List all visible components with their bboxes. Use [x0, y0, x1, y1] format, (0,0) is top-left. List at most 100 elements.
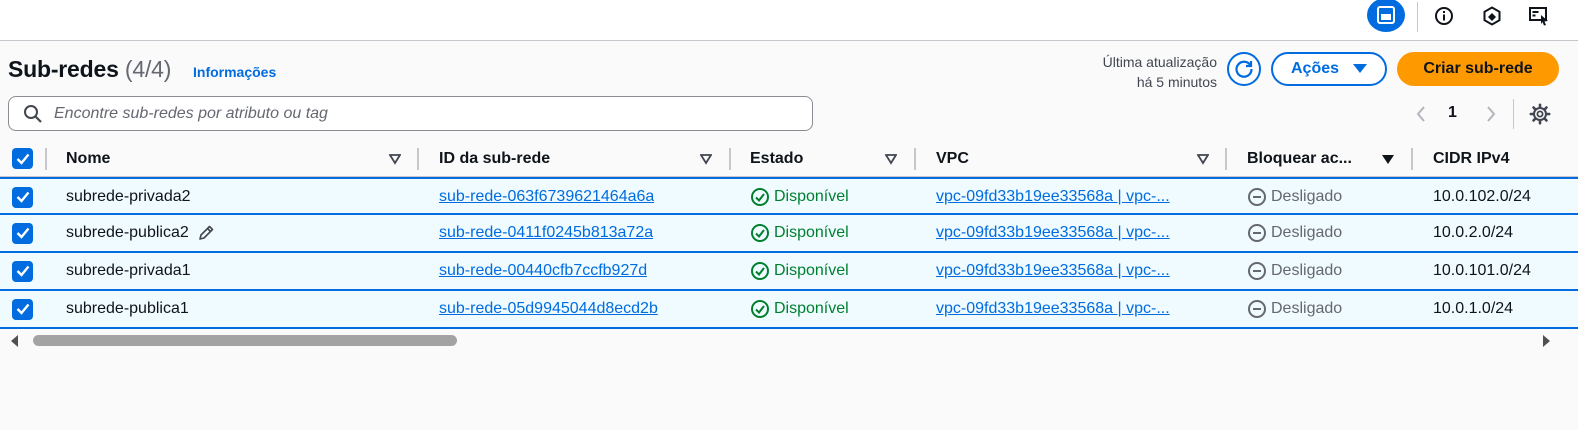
- vpc-link[interactable]: vpc-09fd33b19ee33568a | vpc-...: [936, 262, 1170, 280]
- sort-icon[interactable]: [388, 152, 402, 166]
- table-row[interactable]: subrede-privada1 sub-rede-00440cfb7ccfb92…: [0, 253, 1578, 291]
- column-header-subnet-id[interactable]: ID da sub-rede: [439, 140, 550, 177]
- column-divider[interactable]: [729, 148, 731, 170]
- table-body: subrede-privada2 sub-rede-063f6739621464a…: [0, 177, 1578, 329]
- page-title-text: Sub-redes: [8, 56, 119, 82]
- checkbox-checked-icon: [12, 222, 33, 244]
- column-divider[interactable]: [914, 148, 916, 170]
- status-off-icon: [1247, 223, 1267, 243]
- column-header-vpc[interactable]: VPC: [936, 140, 969, 177]
- column-divider[interactable]: [417, 148, 419, 170]
- screen-icon[interactable]: [1521, 0, 1557, 32]
- row-checkbox[interactable]: [12, 291, 33, 327]
- horizontal-scrollbar[interactable]: [0, 332, 1562, 349]
- actions-label: Ações: [1290, 60, 1340, 77]
- search-field[interactable]: [8, 96, 813, 131]
- row-checkbox[interactable]: [12, 179, 33, 215]
- subnet-count: (4/4): [124, 56, 172, 82]
- subnet-id-link[interactable]: sub-rede-063f6739621464a6a: [439, 188, 654, 206]
- subnet-name: subrede-privada1: [66, 262, 191, 279]
- last-update-time: há 5 minutos: [1136, 74, 1217, 90]
- pagination-divider: [1513, 99, 1514, 129]
- next-page-button[interactable]: [1480, 103, 1502, 125]
- scroll-right-arrow-icon[interactable]: [1541, 335, 1551, 347]
- info-link[interactable]: Informações: [193, 64, 276, 80]
- column-divider[interactable]: [1225, 148, 1227, 170]
- topbar-divider: [1417, 2, 1418, 32]
- column-divider[interactable]: [1411, 148, 1413, 170]
- block-access-cell: Desligado: [1247, 215, 1342, 251]
- split-panel-icon[interactable]: [1367, 0, 1405, 32]
- block-access-text: Desligado: [1271, 262, 1343, 279]
- gear-icon: [1529, 103, 1551, 125]
- cidr-ipv4-value: 10.0.101.0/24: [1433, 262, 1531, 279]
- scrollbar-thumb[interactable]: [33, 335, 457, 346]
- column-header-name[interactable]: Nome: [66, 140, 110, 177]
- subnets-table: Nome ID da sub-rede Estado VPC Bloquear …: [0, 140, 1578, 329]
- sort-icon[interactable]: [1196, 152, 1210, 166]
- column-divider: [45, 148, 47, 170]
- sort-icon[interactable]: [699, 152, 713, 166]
- subnet-id-link[interactable]: sub-rede-05d9945044d8ecd2b: [439, 300, 658, 318]
- status-off-icon: [1247, 261, 1267, 281]
- state-text: Disponível: [774, 262, 849, 279]
- subnet-name: subrede-publica1: [66, 300, 189, 317]
- subnet-name-cell: subrede-publica2: [66, 215, 215, 251]
- preferences-button[interactable]: [1527, 101, 1553, 127]
- info-icon[interactable]: [1426, 0, 1462, 32]
- vpc-link[interactable]: vpc-09fd33b19ee33568a | vpc-...: [936, 188, 1170, 206]
- column-header-cidr-ipv4[interactable]: CIDR IPv4: [1433, 140, 1509, 177]
- actions-dropdown-button[interactable]: Ações: [1271, 52, 1387, 86]
- table-row[interactable]: subrede-privada2 sub-rede-063f6739621464a…: [0, 177, 1578, 215]
- last-update-label: Última atualização: [1102, 54, 1217, 70]
- sort-icon[interactable]: [884, 152, 898, 166]
- checkbox-checked-icon: [12, 260, 33, 282]
- state-text: Disponível: [774, 224, 849, 241]
- chevron-right-icon: [1487, 106, 1496, 122]
- checkbox-checked-icon: [12, 186, 33, 208]
- subnet-name-cell: subrede-privada2: [66, 179, 191, 215]
- search-input[interactable]: [54, 104, 774, 123]
- subnet-id-link[interactable]: sub-rede-00440cfb7ccfb927d: [439, 262, 647, 280]
- select-all-checkbox[interactable]: [12, 140, 33, 177]
- table-row[interactable]: subrede-publica2 sub-rede-0411f0245b813a7…: [0, 215, 1578, 253]
- edit-pencil-icon[interactable]: [197, 224, 215, 242]
- status-available-icon: [750, 187, 770, 207]
- chevron-left-icon: [1416, 106, 1425, 122]
- refresh-button[interactable]: [1227, 52, 1261, 86]
- row-checkbox[interactable]: [12, 253, 33, 289]
- state-cell: Disponível: [750, 215, 849, 251]
- block-access-cell: Desligado: [1247, 291, 1342, 327]
- vpc-link[interactable]: vpc-09fd33b19ee33568a | vpc-...: [936, 300, 1170, 318]
- block-access-text: Desligado: [1271, 224, 1343, 241]
- row-checkbox[interactable]: [12, 215, 33, 251]
- checkbox-checked-icon: [12, 298, 33, 320]
- page-title: Sub-redes (4/4): [8, 56, 171, 83]
- top-utility-bar: [0, 0, 1578, 41]
- cidr-ipv4-value: 10.0.2.0/24: [1433, 224, 1514, 241]
- subnet-id-link[interactable]: sub-rede-0411f0245b813a72a: [439, 224, 653, 242]
- subnet-name: subrede-publica2: [66, 224, 189, 241]
- block-access-cell: Desligado: [1247, 179, 1342, 215]
- column-header-block-access[interactable]: Bloquear ac...: [1247, 140, 1352, 177]
- refresh-icon: [1235, 60, 1253, 78]
- page-number[interactable]: 1: [1448, 104, 1457, 122]
- state-cell: Disponível: [750, 253, 849, 289]
- state-text: Disponível: [774, 300, 849, 317]
- previous-page-button[interactable]: [1410, 103, 1432, 125]
- table-row[interactable]: subrede-publica1 sub-rede-05d9945044d8ecd…: [0, 291, 1578, 329]
- subnet-name: subrede-privada2: [66, 188, 191, 205]
- settings-hex-icon[interactable]: [1474, 0, 1510, 32]
- checkbox-checked-icon: [12, 148, 33, 169]
- status-available-icon: [750, 261, 770, 281]
- state-cell: Disponível: [750, 291, 849, 327]
- scroll-left-arrow-icon[interactable]: [10, 335, 20, 347]
- create-subnet-button[interactable]: Criar sub-rede: [1397, 52, 1559, 86]
- status-available-icon: [750, 223, 770, 243]
- table-header: Nome ID da sub-rede Estado VPC Bloquear …: [0, 140, 1578, 177]
- column-header-state[interactable]: Estado: [750, 140, 803, 177]
- block-access-cell: Desligado: [1247, 253, 1342, 289]
- sort-active-icon[interactable]: [1381, 152, 1395, 166]
- vpc-link[interactable]: vpc-09fd33b19ee33568a | vpc-...: [936, 224, 1170, 242]
- caret-down-icon: [1353, 64, 1368, 73]
